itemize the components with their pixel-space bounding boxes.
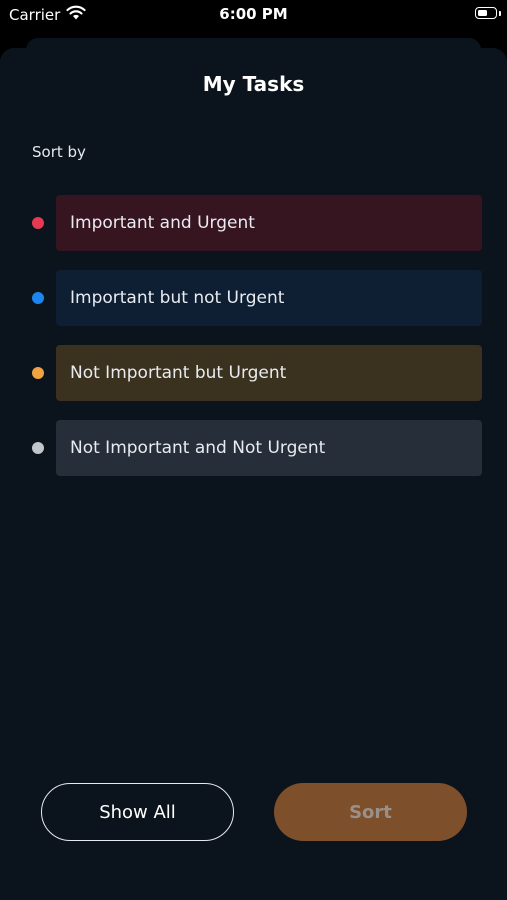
priority-dot bbox=[32, 442, 44, 454]
battery-level bbox=[477, 9, 487, 16]
option-label: Important but not Urgent bbox=[70, 288, 285, 308]
option-button[interactable]: Not Important and Not Urgent bbox=[56, 420, 482, 476]
status-bar: Carrier 6:00 PM bbox=[0, 0, 507, 28]
sort-button[interactable]: Sort bbox=[274, 783, 467, 841]
option-label: Important and Urgent bbox=[70, 213, 255, 233]
option-important-urgent[interactable]: Important and Urgent bbox=[0, 195, 507, 251]
option-important-not-urgent[interactable]: Important but not Urgent bbox=[0, 270, 507, 326]
status-time: 6:00 PM bbox=[219, 5, 288, 23]
option-label: Not Important but Urgent bbox=[70, 363, 287, 383]
option-label: Not Important and Not Urgent bbox=[70, 438, 326, 458]
option-button[interactable]: Important and Urgent bbox=[56, 195, 482, 251]
option-button[interactable]: Not Important but Urgent bbox=[56, 345, 482, 401]
priority-dot bbox=[32, 367, 44, 379]
sort-by-label: Sort by bbox=[32, 143, 86, 161]
priority-dot bbox=[32, 217, 44, 229]
option-not-important-not-urgent[interactable]: Not Important and Not Urgent bbox=[0, 420, 507, 476]
battery-tip bbox=[499, 11, 501, 16]
priority-dot bbox=[32, 292, 44, 304]
show-all-button[interactable]: Show All bbox=[41, 783, 234, 841]
battery-icon bbox=[475, 7, 497, 19]
option-button[interactable]: Important but not Urgent bbox=[56, 270, 482, 326]
tasks-sheet: My Tasks Sort by Important and Urgent Im… bbox=[0, 48, 507, 900]
option-not-important-urgent[interactable]: Not Important but Urgent bbox=[0, 345, 507, 401]
sheet-title: My Tasks bbox=[202, 72, 305, 96]
screen: Carrier 6:00 PM My Tasks Sort by Importa… bbox=[0, 0, 507, 900]
